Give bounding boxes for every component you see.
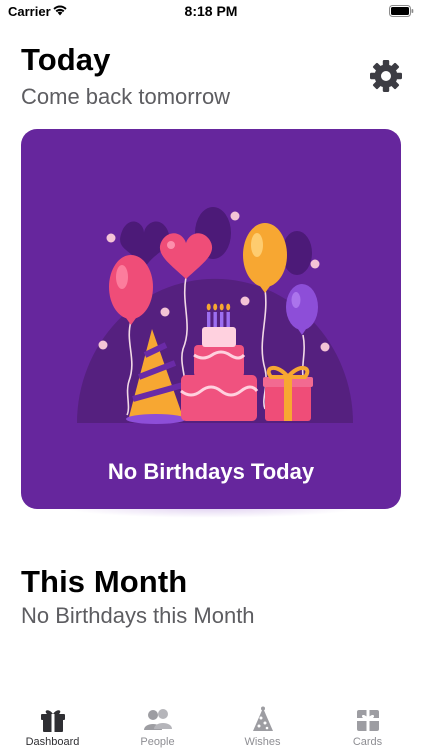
this-month-subtitle: No Birthdays this Month — [21, 603, 255, 628]
dashboard-screen: Carrier 8:18 PM Today Come back tomorrow — [0, 0, 422, 750]
tab-wishes[interactable]: Wishes — [210, 700, 315, 750]
settings-gear-icon[interactable] — [368, 58, 404, 94]
status-bar: Carrier 8:18 PM — [0, 0, 422, 22]
no-birthdays-today-caption: No Birthdays Today — [107, 459, 315, 484]
this-month-title: This Month — [21, 564, 188, 599]
tab-people[interactable]: People — [105, 700, 210, 750]
battery-icon — [389, 5, 414, 17]
tab-cards[interactable]: Cards — [315, 700, 420, 750]
today-birthday-card: No Birthdays Today — [21, 129, 401, 509]
people-icon — [143, 709, 172, 730]
gift-card-icon — [356, 710, 379, 731]
tab-label: Wishes — [244, 736, 281, 748]
tab-label: Dashboard — [25, 736, 80, 748]
today-subtitle: Come back tomorrow — [21, 84, 231, 109]
tab-bar: Dashboard People Wishes Cards — [0, 700, 422, 750]
today-title: Today — [21, 42, 111, 77]
birthday-illustration — [77, 207, 354, 424]
status-time: 8:18 PM — [184, 3, 238, 19]
tab-label: Cards — [352, 736, 383, 748]
tab-dashboard[interactable]: Dashboard — [0, 700, 105, 750]
party-hat-icon — [252, 706, 273, 731]
gift-icon — [40, 710, 65, 732]
tab-label: People — [140, 736, 175, 748]
